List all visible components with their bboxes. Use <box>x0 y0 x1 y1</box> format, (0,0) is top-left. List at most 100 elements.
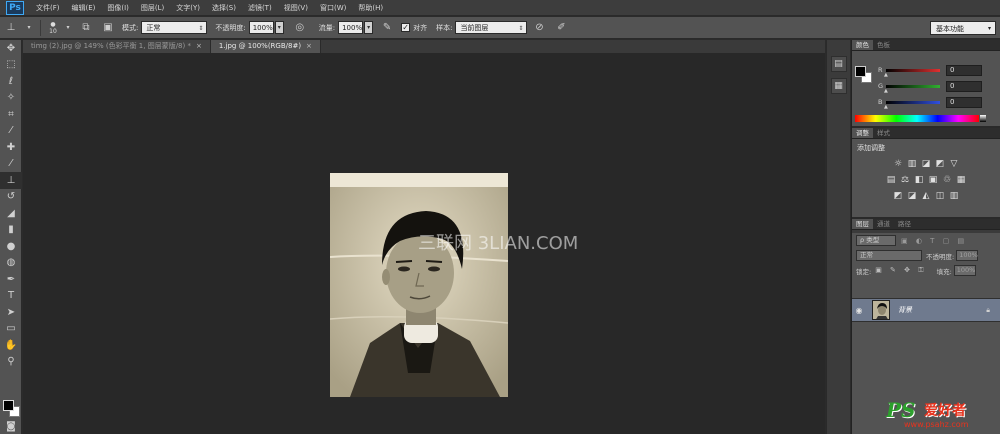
quick-select-tool-icon[interactable]: ✧ <box>0 90 22 107</box>
tab-channels[interactable]: 通道 <box>873 219 894 229</box>
clone-stamp-tool-icon[interactable]: ⊥ <box>3 20 19 36</box>
invert-icon[interactable]: ◩ <box>893 191 903 201</box>
pressure-size-icon[interactable]: ✐ <box>553 20 569 36</box>
layer-name[interactable]: 背景 <box>898 305 986 315</box>
flow-dropdown[interactable]: ▾ <box>364 21 374 34</box>
channel-mixer-icon[interactable]: ♲ <box>942 175 952 185</box>
slider-thumb-icon[interactable]: ▲ <box>884 104 888 110</box>
zoom-tool-icon[interactable]: ⚲ <box>0 354 22 371</box>
airbrush-icon[interactable]: ✎ <box>379 20 395 36</box>
tab-adjustments[interactable]: 调整 <box>852 128 873 138</box>
menu-image[interactable]: 图像(I) <box>101 0 135 16</box>
hue-saturation-icon[interactable]: ▤ <box>886 175 896 185</box>
photo-filter-icon[interactable]: ▣ <box>928 175 938 185</box>
tab-paths[interactable]: 路径 <box>894 219 915 229</box>
lock-icons[interactable]: ▣ ✎ ✥ ⚿ <box>875 266 926 275</box>
chevron-down-icon[interactable]: ▾ <box>25 20 33 36</box>
shape-tool-icon[interactable]: ▭ <box>0 321 22 338</box>
canvas-area[interactable]: 三联网 3LIAN.COM <box>23 53 825 434</box>
foreground-color[interactable] <box>3 400 14 411</box>
pressure-opacity-icon[interactable]: ◎ <box>292 20 308 36</box>
layer-background[interactable]: ◉ 背景 🔒︎ <box>852 298 1000 322</box>
tab-styles[interactable]: 样式 <box>873 128 894 138</box>
gradient-map-icon[interactable]: ▥ <box>949 191 959 201</box>
menu-filter[interactable]: 滤镜(T) <box>242 0 278 16</box>
blur-tool-icon[interactable]: ● <box>0 238 22 255</box>
fill-input[interactable]: 100% <box>953 265 976 276</box>
slider-thumb-icon[interactable]: ▲ <box>884 72 888 78</box>
curves-icon[interactable]: ◪ <box>921 159 931 169</box>
healing-brush-tool-icon[interactable]: ✚ <box>0 139 22 156</box>
vibrance-icon[interactable]: ▽ <box>949 159 959 169</box>
align-checkbox[interactable]: ✓ <box>401 23 411 32</box>
properties-panel-icon[interactable]: ▦ <box>830 78 847 94</box>
tab-swatches[interactable]: 色板 <box>873 40 894 50</box>
clone-stamp-tool-icon[interactable]: ⊥ <box>0 172 22 189</box>
menu-layer[interactable]: 图层(L) <box>135 0 170 16</box>
document-image[interactable] <box>330 173 508 397</box>
quick-mask-icon[interactable]: ◙ <box>0 418 22 434</box>
tab-color[interactable]: 颜色 <box>852 40 873 50</box>
brush-tool-icon[interactable]: ⁄ <box>0 156 22 173</box>
green-slider[interactable]: ▲ <box>884 84 940 94</box>
levels-icon[interactable]: ▥ <box>907 159 917 169</box>
menu-help[interactable]: 帮助(H) <box>352 0 389 16</box>
slider-thumb-icon[interactable]: ▲ <box>884 88 888 94</box>
menu-window[interactable]: 窗口(W) <box>314 0 352 16</box>
menu-select[interactable]: 选择(S) <box>206 0 242 16</box>
clone-source-panel-icon[interactable]: ⧉ <box>78 20 94 36</box>
gradient-tool-icon[interactable]: ▮ <box>0 222 22 239</box>
color-spectrum[interactable] <box>855 115 979 122</box>
close-icon[interactable]: × <box>306 42 312 50</box>
close-icon[interactable]: × <box>196 42 202 50</box>
eyedropper-tool-icon[interactable]: ⁄ <box>0 123 22 140</box>
type-tool-icon[interactable]: T <box>0 288 22 305</box>
flow-input[interactable]: 100% <box>338 21 364 34</box>
move-tool-icon[interactable]: ✥ <box>0 40 22 57</box>
tab-timg[interactable]: timg (2).jpg @ 149% (色彩平衡 1, 图层蒙版/8) * × <box>23 40 211 53</box>
red-slider[interactable]: ▲ <box>884 68 940 78</box>
menu-edit[interactable]: 编辑(E) <box>66 0 102 16</box>
history-panel-icon[interactable]: ▤ <box>830 56 847 72</box>
color-balance-icon[interactable]: ⚖ <box>900 175 910 185</box>
red-value-input[interactable]: 0 <box>946 64 982 76</box>
ignore-adjustment-layers-icon[interactable]: ⊘ <box>531 20 547 36</box>
selective-color-icon[interactable]: ◫ <box>935 191 945 201</box>
filter-icons[interactable]: ▣ ◐ T ▢ ▤ <box>901 237 967 245</box>
menu-file[interactable]: 文件(F) <box>30 0 66 16</box>
sample-select[interactable]: 当前图层 ⇕ <box>455 21 528 34</box>
brush-panel-icon[interactable]: ▣ <box>100 20 116 36</box>
eraser-tool-icon[interactable]: ◢ <box>0 205 22 222</box>
mode-select[interactable]: 正常 ⇕ <box>141 21 208 34</box>
blue-value-input[interactable]: 0 <box>946 96 982 108</box>
brush-preset-picker[interactable]: ● 10 <box>45 21 61 35</box>
lasso-tool-icon[interactable]: ℓ <box>0 73 22 90</box>
hand-tool-icon[interactable]: ✋ <box>0 337 22 354</box>
blue-slider[interactable]: ▲ <box>884 100 940 110</box>
opacity-dropdown[interactable]: ▾ <box>274 21 284 34</box>
blend-mode-select[interactable]: 正常 <box>856 250 922 261</box>
opacity-input[interactable]: 100% <box>248 21 274 34</box>
foreground-color[interactable] <box>855 66 866 77</box>
chevron-down-icon[interactable]: ▾ <box>64 20 72 36</box>
menu-view[interactable]: 视图(V) <box>278 0 314 16</box>
marquee-tool-icon[interactable]: ⬚ <box>0 57 22 74</box>
threshold-icon[interactable]: ◭ <box>921 191 931 201</box>
workspace-select[interactable]: 基本功能 ▾ <box>930 21 996 35</box>
black-white-ramp[interactable] <box>980 115 986 122</box>
menu-type[interactable]: 文字(Y) <box>170 0 206 16</box>
color-lookup-icon[interactable]: ▦ <box>956 175 966 185</box>
crop-tool-icon[interactable]: ⌗ <box>0 106 22 123</box>
tab-layers[interactable]: 图层 <box>852 219 873 229</box>
tab-1-jpg[interactable]: 1.jpg @ 100%(RGB/8#) × <box>210 40 321 53</box>
history-brush-tool-icon[interactable]: ↺ <box>0 189 22 206</box>
layer-filter-select[interactable]: ρ 类型 <box>856 235 896 246</box>
posterize-icon[interactable]: ◪ <box>907 191 917 201</box>
pen-tool-icon[interactable]: ✒ <box>0 271 22 288</box>
brightness-icon[interactable]: ☼ <box>893 159 903 169</box>
layer-opacity-input[interactable]: 100% <box>956 250 979 261</box>
dodge-tool-icon[interactable]: ◍ <box>0 255 22 272</box>
black-white-icon[interactable]: ◧ <box>914 175 924 185</box>
color-swatches[interactable] <box>3 400 21 418</box>
eye-icon[interactable]: ◉ <box>852 306 866 315</box>
